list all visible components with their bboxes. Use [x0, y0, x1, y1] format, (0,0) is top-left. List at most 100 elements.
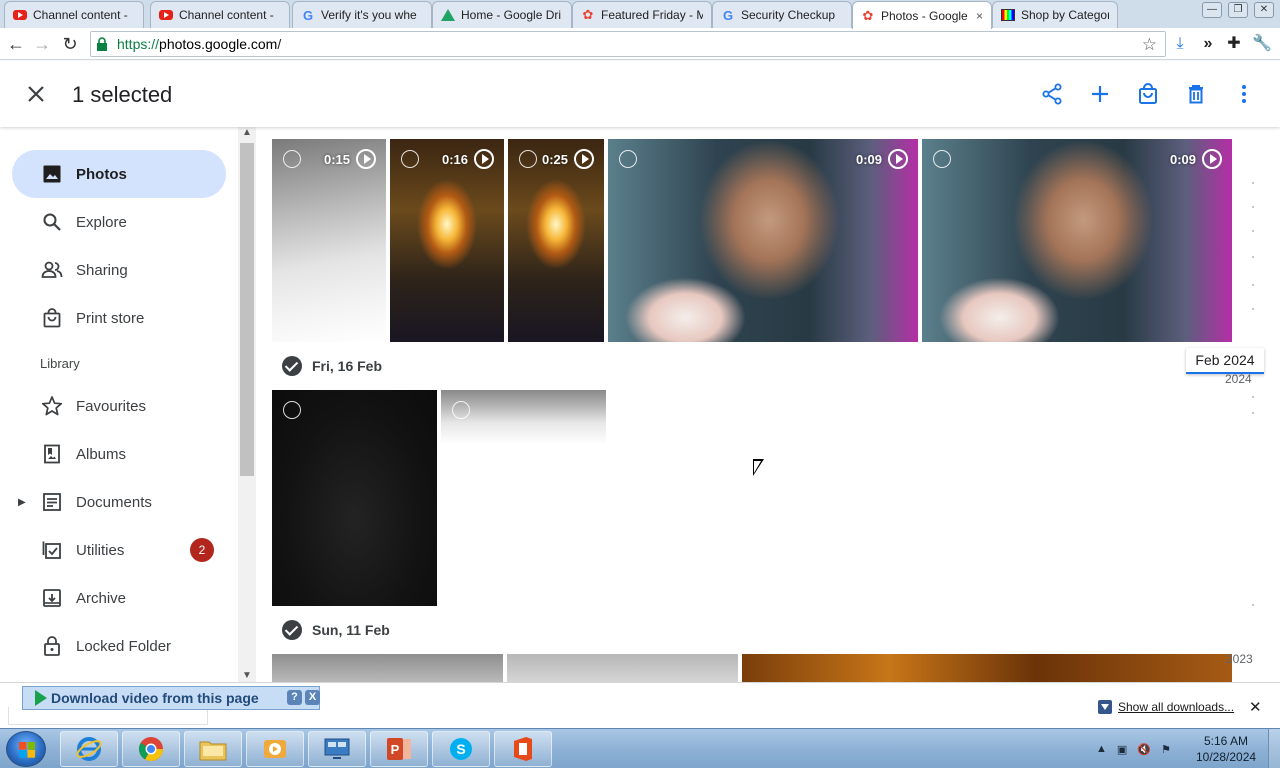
volume-muted-icon[interactable]: 🔇: [1137, 743, 1151, 756]
show-hidden-icons-arrow-icon[interactable]: ▲: [1096, 743, 1107, 755]
sidebar-item-utilities[interactable]: Utilities 2: [12, 526, 226, 574]
browser-tab[interactable]: Channel content -: [150, 1, 290, 28]
scroll-down-arrow-icon[interactable]: ▼: [241, 670, 253, 681]
taskbar-file-explorer[interactable]: [184, 731, 242, 767]
tab-title: Home - Google Dri: [461, 8, 562, 22]
video-thumbnail[interactable]: 0:09: [922, 139, 1232, 342]
network-icon[interactable]: ▣: [1117, 743, 1127, 756]
sidebar-item-locked-folder[interactable]: Locked Folder: [12, 622, 226, 670]
browser-tab[interactable]: G Verify it's you whe: [292, 1, 432, 28]
sidebar-item-photos[interactable]: Photos: [12, 150, 226, 198]
search-icon: [40, 210, 64, 234]
close-window-icon[interactable]: ✕: [1254, 2, 1274, 18]
share-button[interactable]: [1038, 80, 1066, 108]
forward-arrow-icon[interactable]: →: [31, 33, 53, 55]
powerpoint-icon: P: [387, 738, 411, 760]
sidebar-item-label: Favourites: [76, 397, 147, 415]
show-desktop-button[interactable]: [1268, 729, 1280, 768]
browser-tab[interactable]: Channel content -: [4, 1, 144, 28]
select-checkbox[interactable]: [619, 150, 637, 168]
video-thumbnail[interactable]: 0:09: [608, 139, 918, 342]
browser-tab[interactable]: Home - Google Dri: [432, 1, 572, 28]
duration-text: 0:25: [541, 151, 568, 167]
video-thumbnail[interactable]: 0:25: [508, 139, 604, 342]
date-group-header[interactable]: Sun, 11 Feb: [282, 620, 390, 640]
taskbar-clock[interactable]: 5:16 AM 10/28/2024: [1196, 733, 1256, 765]
sidebar-item-albums[interactable]: Albums: [12, 430, 226, 478]
popup-close-button[interactable]: X: [305, 690, 320, 705]
play-circle-icon: [1202, 149, 1222, 169]
wrench-icon[interactable]: 🔧: [1252, 34, 1272, 54]
download-icon[interactable]: ⤓: [1170, 34, 1190, 54]
sidebar-item-archive[interactable]: Archive: [12, 574, 226, 622]
photo-thumbnail[interactable]: [272, 390, 437, 606]
taskbar-remote-desktop[interactable]: [308, 731, 366, 767]
timeline-year-label[interactable]: 2024: [1225, 372, 1252, 386]
sidebar-scrollbar-thumb[interactable]: [240, 143, 254, 476]
close-downloads-bar-icon[interactable]: ✕: [1249, 698, 1262, 716]
photo-thumbnail[interactable]: [507, 654, 738, 682]
puzzle-icon[interactable]: ✚: [1224, 34, 1244, 54]
browser-tab[interactable]: G Security Checkup: [712, 1, 852, 28]
taskbar-office[interactable]: [494, 731, 552, 767]
timeline-year-label[interactable]: 2023: [1226, 652, 1253, 666]
minimize-icon[interactable]: —: [1202, 2, 1222, 18]
utilities-icon: [40, 538, 64, 562]
notification-badge: 2: [190, 538, 214, 562]
download-video-popup[interactable]: Download video from this page ? X: [22, 686, 320, 710]
back-arrow-icon[interactable]: ←: [5, 33, 27, 55]
address-bar[interactable]: https://photos.google.com/ ☆: [90, 31, 1166, 57]
bookmark-star-icon[interactable]: ☆: [1142, 35, 1157, 55]
taskbar-powerpoint[interactable]: P: [370, 731, 428, 767]
album-icon: [40, 442, 64, 466]
select-checkbox[interactable]: [283, 150, 301, 168]
download-arrow-icon: [1098, 700, 1112, 714]
sidebar-item-sharing[interactable]: Sharing: [12, 246, 226, 294]
date-group-header[interactable]: Fri, 16 Feb: [282, 356, 382, 376]
video-thumbnail[interactable]: 0:15: [272, 139, 386, 342]
sidebar-item-print-store[interactable]: Print store: [12, 294, 226, 342]
delete-button[interactable]: [1182, 80, 1210, 108]
select-checkbox[interactable]: [519, 150, 537, 168]
close-icon[interactable]: [22, 80, 50, 108]
extensions-chevron-icon[interactable]: »: [1198, 34, 1218, 54]
add-to-button[interactable]: [1086, 80, 1114, 108]
browser-tab[interactable]: Shop by Category |: [992, 1, 1118, 28]
more-options-button[interactable]: [1230, 80, 1258, 108]
action-center-flag-icon[interactable]: ⚑: [1161, 743, 1171, 756]
video-thumbnail[interactable]: 0:16: [390, 139, 504, 342]
order-photo-button[interactable]: [1134, 80, 1162, 108]
expand-arrow-icon[interactable]: ▶: [18, 497, 26, 508]
select-checkbox[interactable]: [452, 401, 470, 419]
sidebar-item-explore[interactable]: Explore: [12, 198, 226, 246]
help-button[interactable]: ?: [287, 690, 302, 705]
photo-thumbnail[interactable]: [742, 654, 1232, 682]
photo-thumbnail[interactable]: [272, 654, 503, 682]
browser-tab[interactable]: ✿ Featured Friday - M: [572, 1, 712, 28]
sidebar-item-favourites[interactable]: Favourites: [12, 382, 226, 430]
office-icon: [514, 737, 532, 761]
check-circle-icon[interactable]: [282, 356, 302, 376]
selection-count: 1 selected: [72, 82, 173, 107]
check-circle-icon[interactable]: [282, 620, 302, 640]
archive-icon: [40, 586, 64, 610]
browser-tab-active[interactable]: ✿ Photos - Google ×: [852, 1, 992, 29]
window-controls: — ❐ ✕: [1202, 2, 1274, 18]
select-checkbox[interactable]: [401, 150, 419, 168]
sidebar-item-documents[interactable]: ▶ Documents: [12, 478, 226, 526]
photo-thumbnail[interactable]: [441, 390, 606, 444]
taskbar-internet-explorer[interactable]: [60, 731, 118, 767]
duration-text: 0:16: [441, 151, 468, 167]
taskbar-media-player[interactable]: [246, 731, 304, 767]
tab-close-icon[interactable]: ×: [976, 9, 983, 23]
taskbar-skype[interactable]: S: [432, 731, 490, 767]
scroll-up-arrow-icon[interactable]: ▲: [241, 127, 253, 138]
start-button[interactable]: [6, 731, 46, 767]
restore-icon[interactable]: ❐: [1228, 2, 1248, 18]
select-checkbox[interactable]: [933, 150, 951, 168]
reload-icon[interactable]: ↻: [59, 33, 81, 55]
taskbar-chrome[interactable]: [122, 731, 180, 767]
select-checkbox[interactable]: [283, 401, 301, 419]
tv-icon: [1001, 8, 1015, 22]
show-all-downloads-link[interactable]: Show all downloads...: [1098, 700, 1234, 714]
